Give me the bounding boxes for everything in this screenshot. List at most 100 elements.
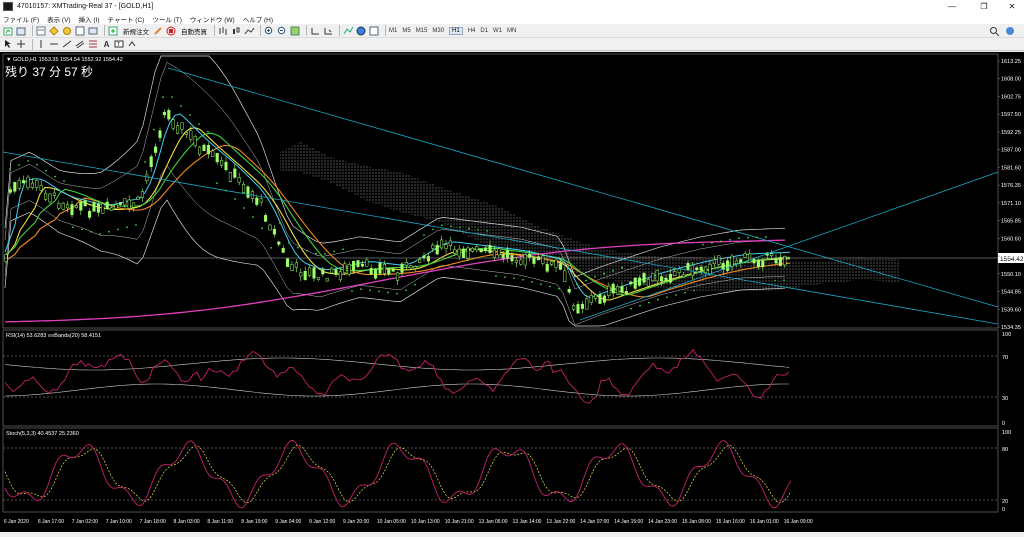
timeframe-h4[interactable]: H4	[468, 28, 476, 34]
chart-window[interactable]: 1554.42 1613.25 1608.00 1602.75 1597.50 1592…	[0, 52, 1024, 532]
psar-dot	[369, 289, 371, 292]
time-tick-label: 7 Jan 10:00	[106, 519, 132, 525]
autoscroll-icon[interactable]	[310, 25, 321, 36]
candle-body	[558, 263, 562, 270]
candle-body	[360, 263, 364, 267]
timeframe-m15[interactable]: M15	[416, 28, 428, 34]
tile-windows-icon[interactable]	[290, 25, 301, 36]
data-window-icon[interactable]	[49, 25, 60, 36]
menu-window[interactable]: ウィンドウ (W)	[190, 14, 235, 24]
price-tick-label: 1534.35	[1001, 325, 1021, 331]
candle-body	[528, 253, 532, 258]
timeframe-mn[interactable]: MN	[507, 28, 516, 34]
time-tick-label: 14 Jan 07:00	[580, 519, 609, 525]
candle-body	[523, 254, 527, 266]
menu-insert[interactable]: 挿入 (I)	[79, 14, 100, 24]
menu-file[interactable]: ファイル (F)	[3, 14, 39, 24]
candle-body	[466, 247, 470, 260]
candle-body	[431, 244, 435, 249]
time-tick-label: 13 Jan 06:00	[479, 519, 508, 525]
timeframe-h1[interactable]: H1	[449, 26, 463, 35]
candle-body	[453, 249, 457, 254]
psar-dot	[531, 281, 533, 283]
psar-dot	[54, 175, 56, 178]
timeframe-w1[interactable]: W1	[493, 28, 502, 34]
candle-body	[730, 255, 734, 268]
text-label-icon[interactable]: T	[114, 39, 125, 50]
candle-body	[492, 249, 496, 258]
market-watch-icon[interactable]	[36, 25, 47, 36]
psar-dot	[783, 279, 785, 282]
vertical-line-icon[interactable]	[36, 39, 47, 50]
new-order-button[interactable]: 新規注文	[123, 26, 149, 36]
zoom-in-icon[interactable]	[264, 25, 275, 36]
rsi-panel[interactable]	[2, 329, 999, 427]
bar-chart-icon[interactable]	[218, 25, 229, 36]
crosshair-icon[interactable]	[16, 39, 27, 50]
channel-icon[interactable]	[75, 39, 86, 50]
timeframe-m5[interactable]: M5	[402, 28, 410, 34]
profiles-icon[interactable]	[16, 25, 27, 36]
periods-icon[interactable]	[356, 25, 367, 36]
candle-body	[708, 264, 712, 274]
minimize-button[interactable]: —	[940, 0, 964, 13]
time-tick-label: 7 Jan 18:00	[140, 519, 166, 525]
candle-body	[255, 197, 259, 205]
terminal-icon[interactable]	[75, 25, 86, 36]
psar-dot	[126, 226, 128, 229]
candle-body	[281, 248, 285, 253]
candle-body	[594, 294, 598, 299]
price-tick-label: 1597.50	[1001, 112, 1021, 118]
strategy-tester-icon[interactable]	[88, 25, 99, 36]
psar-dot	[207, 130, 209, 133]
new-chart-icon[interactable]	[3, 25, 14, 36]
main-chart-panel[interactable]	[2, 53, 999, 329]
zoom-out-icon[interactable]	[277, 25, 288, 36]
psar-dot	[477, 228, 479, 231]
timeframe-d1[interactable]: D1	[480, 28, 488, 34]
menu-view[interactable]: 表示 (V)	[47, 14, 70, 24]
candle-body	[545, 264, 549, 272]
cursor-icon[interactable]	[3, 39, 14, 50]
horizontal-line-icon[interactable]	[49, 39, 60, 50]
psar-dot	[765, 236, 767, 238]
trendline-icon[interactable]	[62, 39, 73, 50]
candlestick-icon[interactable]	[231, 25, 242, 36]
candle-body	[444, 244, 448, 250]
time-tick-label: 8 Jan 11:00	[207, 519, 233, 525]
auto-trading-button[interactable]: 自動売買	[181, 26, 207, 36]
navigator-icon[interactable]	[62, 25, 73, 36]
templates-icon[interactable]	[369, 25, 380, 36]
stoch-panel[interactable]	[2, 427, 999, 513]
metaeditor-icon[interactable]	[153, 25, 164, 36]
text-icon[interactable]: A	[101, 39, 112, 50]
close-button[interactable]: ✕	[1000, 0, 1024, 13]
community-icon[interactable]	[1005, 25, 1016, 36]
indicators-icon[interactable]	[343, 25, 354, 36]
candle-body	[237, 177, 241, 183]
psar-dot	[288, 241, 290, 244]
new-order-icon[interactable]	[108, 25, 119, 36]
rsi-tick-30: 30	[1002, 396, 1008, 402]
line-chart-icon[interactable]	[244, 25, 255, 36]
chart-shift-icon[interactable]	[323, 25, 334, 36]
timeframe-m1[interactable]: M1	[389, 28, 397, 34]
candle-body	[448, 240, 452, 246]
stoch-tick-20: 20	[1002, 499, 1008, 505]
search-icon[interactable]	[989, 25, 1000, 36]
candle-body	[123, 198, 127, 206]
menu-help[interactable]: ヘルプ (H)	[243, 14, 273, 24]
time-tick-label: 15 Jan 16:00	[716, 519, 745, 525]
timeframe-m30[interactable]: M30	[432, 28, 444, 34]
time-tick-label: 8 Jan 03:00	[174, 519, 200, 525]
fibonacci-icon[interactable]	[88, 39, 99, 50]
menu-chart[interactable]: チャート (C)	[108, 14, 145, 24]
arrows-icon[interactable]	[127, 39, 138, 50]
candle-body	[585, 298, 589, 310]
menu-tools[interactable]: ツール (T)	[152, 14, 182, 24]
auto-trading-icon[interactable]	[166, 25, 177, 36]
candle-body	[580, 303, 584, 309]
candle-body	[770, 253, 774, 257]
maximize-button[interactable]: ❐	[972, 0, 996, 13]
candle-body	[602, 295, 606, 303]
